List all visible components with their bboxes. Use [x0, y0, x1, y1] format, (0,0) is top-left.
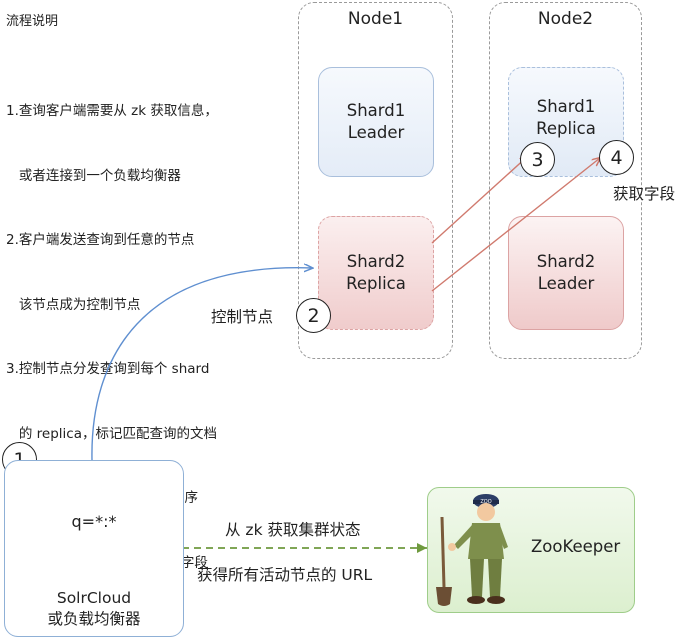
zk-state-label: 从 zk 获取集群状态	[225, 521, 361, 539]
zookeeper-label: ZooKeeper	[531, 537, 621, 556]
node1-shard2-replica: Shard2 Replica	[318, 216, 434, 330]
shard-role: Replica	[346, 274, 406, 293]
shard-role: Leader	[347, 123, 405, 142]
note-line: 3.控制节点分发查询到每个 shard	[6, 361, 210, 377]
step-3-circle: 3	[520, 142, 555, 177]
note-line: 1.查询客户端需要从 zk 获取信息，	[6, 103, 218, 119]
node1-shard1-leader: Shard1 Leader	[318, 67, 434, 177]
step-2-circle: 2	[296, 298, 331, 333]
shard-name: Shard1	[536, 97, 596, 116]
node2-title: Node2	[537, 9, 594, 29]
note-line: 的 replica，标记匹配查询的文档	[6, 425, 217, 442]
shard-role: Leader	[537, 274, 595, 293]
active-urls-label: 获得所有活动节点的 URL	[197, 566, 373, 584]
shard-name: Shard1	[346, 101, 406, 120]
note-line: 或者连接到一个负载均衡器	[6, 167, 181, 184]
client-line1: SolrCloud	[56, 589, 132, 607]
client-name: SolrCloud 或负载均衡器	[4, 588, 184, 630]
zookeeper-mascot-icon: ZOO	[436, 494, 508, 606]
shard-name: Shard2	[346, 252, 406, 271]
node2-shard2-leader: Shard2 Leader	[508, 216, 624, 330]
shard-role: Replica	[536, 119, 596, 138]
note-line: 该节点成为控制节点	[6, 296, 141, 313]
shard-name: Shard2	[536, 252, 596, 271]
step-4-circle: 4	[599, 140, 634, 175]
node1-title: Node1	[347, 9, 404, 29]
control-node-label: 控制节点	[211, 308, 274, 326]
client-line2: 或负载均衡器	[47, 610, 141, 628]
fetch-fields-label: 获取字段	[613, 185, 676, 203]
notes-title: 流程说明	[6, 14, 59, 29]
query-text: q=*:*	[71, 512, 117, 531]
note-line: 2.客户端发送查询到任意的节点	[6, 232, 195, 248]
